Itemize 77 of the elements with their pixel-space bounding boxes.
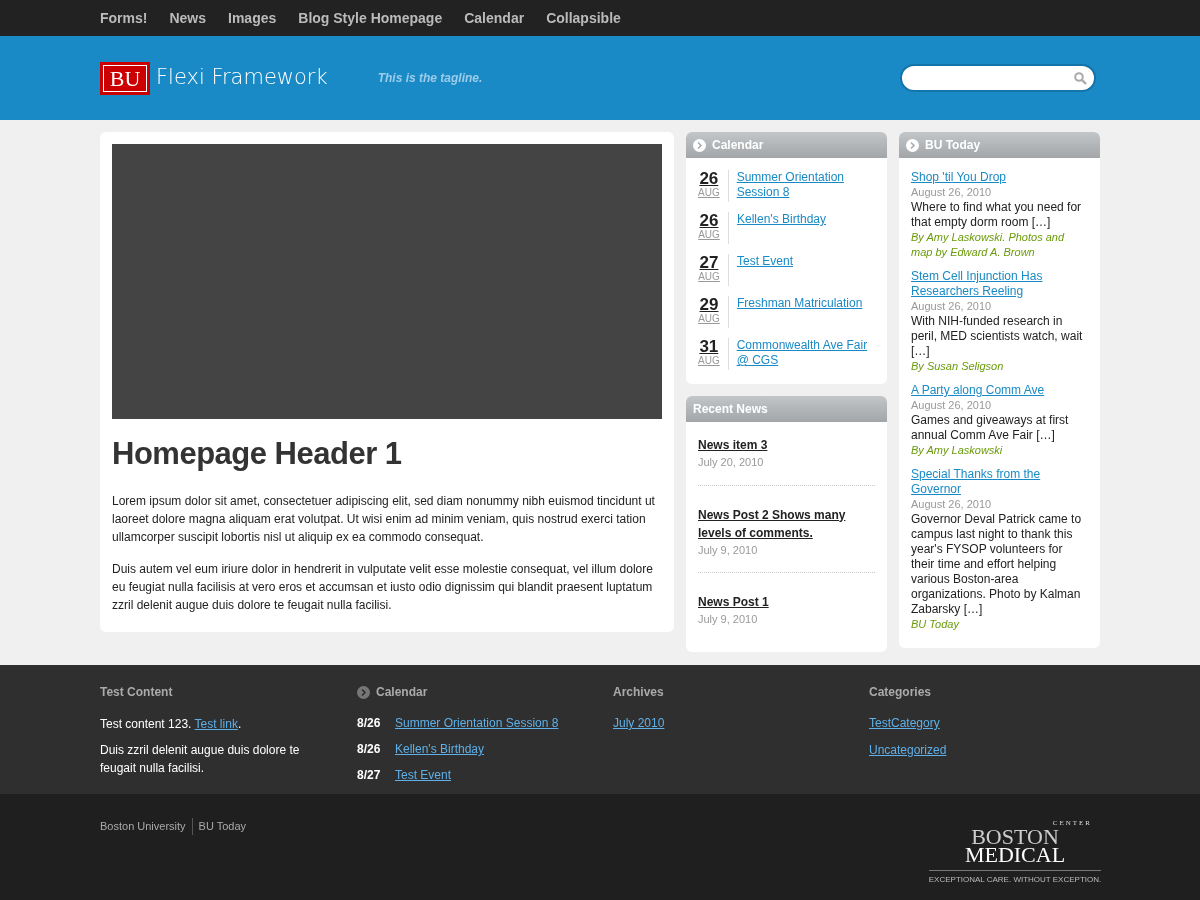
event-month: AUG <box>698 355 720 367</box>
story-summary: Governor Deval Patrick came to campus last night to thank this year's FYSOP volunteers for their time and effort helping various Boston-area organizations. Photo by Kalman Zabarsky […] <box>911 512 1083 617</box>
story-byline: By Susan Seligson <box>911 359 1005 374</box>
footer-heading: Test Content <box>100 684 174 701</box>
chevron-icon <box>357 685 370 699</box>
footer-link[interactable]: Test link <box>194 717 238 731</box>
footer-link[interactable]: TestCategory <box>869 714 1125 732</box>
footer-event-date: 8/26 <box>357 715 382 732</box>
footer-event-date: 8/26 <box>357 741 382 758</box>
search-field[interactable] <box>900 64 1096 92</box>
logo-word: MEDICAL <box>964 846 1066 864</box>
event-month: AUG <box>698 229 720 241</box>
footer-heading: Archives <box>613 684 665 701</box>
nav-link[interactable]: Forms! <box>100 7 148 29</box>
footer-event-link[interactable]: Test Event <box>395 766 452 784</box>
story-summary: With NIH-funded research in peril, MED scientists watch, wait […] <box>911 314 1084 359</box>
story-date: August 26, 2010 <box>911 185 993 200</box>
nav-link[interactable]: Images <box>228 7 277 29</box>
story-date: August 26, 2010 <box>911 497 993 512</box>
footer-text: Test content 123. Test link. <box>100 716 243 733</box>
story-link[interactable]: Stem Cell Injunction Has Researchers Reeling <box>911 269 1088 299</box>
story-summary: Where to find what you need for that empty dorm room […] <box>911 200 1083 230</box>
story-byline: BU Today <box>911 617 961 632</box>
event-month: AUG <box>698 187 720 199</box>
event-day: 29 <box>699 296 719 313</box>
footer-link[interactable]: Uncategorized <box>869 741 1125 759</box>
story-summary: Games and giveaways at first annual Comm Ave Fair […] <box>911 413 1070 443</box>
story-byline: By Amy Laskowski. Photos and map by Edward A. Brown <box>911 230 1066 260</box>
event-month: AUG <box>698 313 720 325</box>
story-link[interactable]: Special Thanks from the Governor <box>911 467 1088 497</box>
news-date: July 20, 2010 <box>698 455 765 470</box>
event-link[interactable]: Summer Orientation Session 8 <box>736 170 875 202</box>
story-date: August 26, 2010 <box>911 299 993 314</box>
story-link[interactable]: A Party along Comm Ave <box>911 383 1088 398</box>
box-title: Calendar <box>712 137 764 154</box>
story-byline: By Amy Laskowski <box>911 443 1004 458</box>
nav-link[interactable]: Calendar <box>464 7 525 29</box>
nav-link[interactable]: Collapsible <box>546 7 621 29</box>
tagline: This is the tagline. <box>377 70 483 87</box>
story-link[interactable]: Shop 'til You Drop <box>911 170 1088 185</box>
news-date: July 9, 2010 <box>698 612 759 627</box>
event-day: 26 <box>699 212 719 229</box>
event-link[interactable]: Commonwealth Ave Fair @ CGS <box>736 338 875 370</box>
event-month: AUG <box>698 271 720 283</box>
news-date: July 9, 2010 <box>698 542 759 558</box>
box-title: BU Today <box>925 137 981 154</box>
logo-slogan: EXCEPTIONAL CARE. WITHOUT EXCEPTION. <box>928 870 1102 886</box>
box-title: Recent News <box>693 401 768 418</box>
site-title[interactable]: Flexi Framework <box>156 62 328 94</box>
footer-link[interactable]: July 2010 <box>613 714 869 732</box>
event-link[interactable]: Kellen's Birthday <box>737 212 826 244</box>
logo-mark[interactable]: BU <box>100 61 150 95</box>
body-paragraph: Lorem ipsum dolor sit amet, consectetuer adipiscing elit, sed diam nonummy nibh euismod tincidunt ut laoreet dolore magna aliquam erat volutpat. Ut wisi enim ad minim veniam, quis nostrud exerci tation ullamcorper suscipit lobortis nisl ut aliquip ex ea commodo consequat. <box>112 492 656 546</box>
story-date: August 26, 2010 <box>911 398 993 413</box>
footer-event-link[interactable]: Summer Orientation Session 8 <box>395 714 559 732</box>
page-heading: Homepage Header 1 <box>112 435 403 473</box>
footer-heading: Categories <box>869 684 933 701</box>
chevron-icon <box>693 138 706 152</box>
event-link[interactable]: Test Event <box>737 254 794 286</box>
bottom-link[interactable]: Boston University <box>100 818 186 835</box>
footer-heading: Calendar <box>376 684 428 701</box>
footer-paragraph: Duis zzril delenit augue duis dolore te feugait nulla facilisi. <box>100 742 301 777</box>
bottom-link[interactable]: BU Today <box>191 818 247 835</box>
event-day: 31 <box>699 338 719 355</box>
event-day: 27 <box>699 254 719 271</box>
news-link[interactable]: News item 3 <box>698 436 875 454</box>
event-link[interactable]: Freshman Matriculation <box>737 296 863 328</box>
footer-event-link[interactable]: Kellen's Birthday <box>395 740 484 758</box>
body-paragraph: Duis autem vel eum iriure dolor in hendrerit in vulputate velit esse molestie consequat, vel illum dolore eu feugiat nulla facilisis at vero eros et accumsan et iusto odio dignissim qui blandit praesent luptatum zzril delenit augue duis dolore te feugait nulla facilisi. <box>112 560 654 614</box>
news-link[interactable]: News Post 1 <box>698 593 875 611</box>
event-day: 26 <box>699 170 719 187</box>
logo-word: BOSTON <box>971 828 1059 846</box>
nav-link[interactable]: Blog Style Homepage <box>298 7 443 29</box>
footer-event-date: 8/27 <box>357 767 382 784</box>
chevron-icon <box>906 138 919 152</box>
nav-link[interactable]: News <box>169 7 207 29</box>
news-link[interactable]: News Post 2 Shows many levels of comments. <box>698 505 875 542</box>
